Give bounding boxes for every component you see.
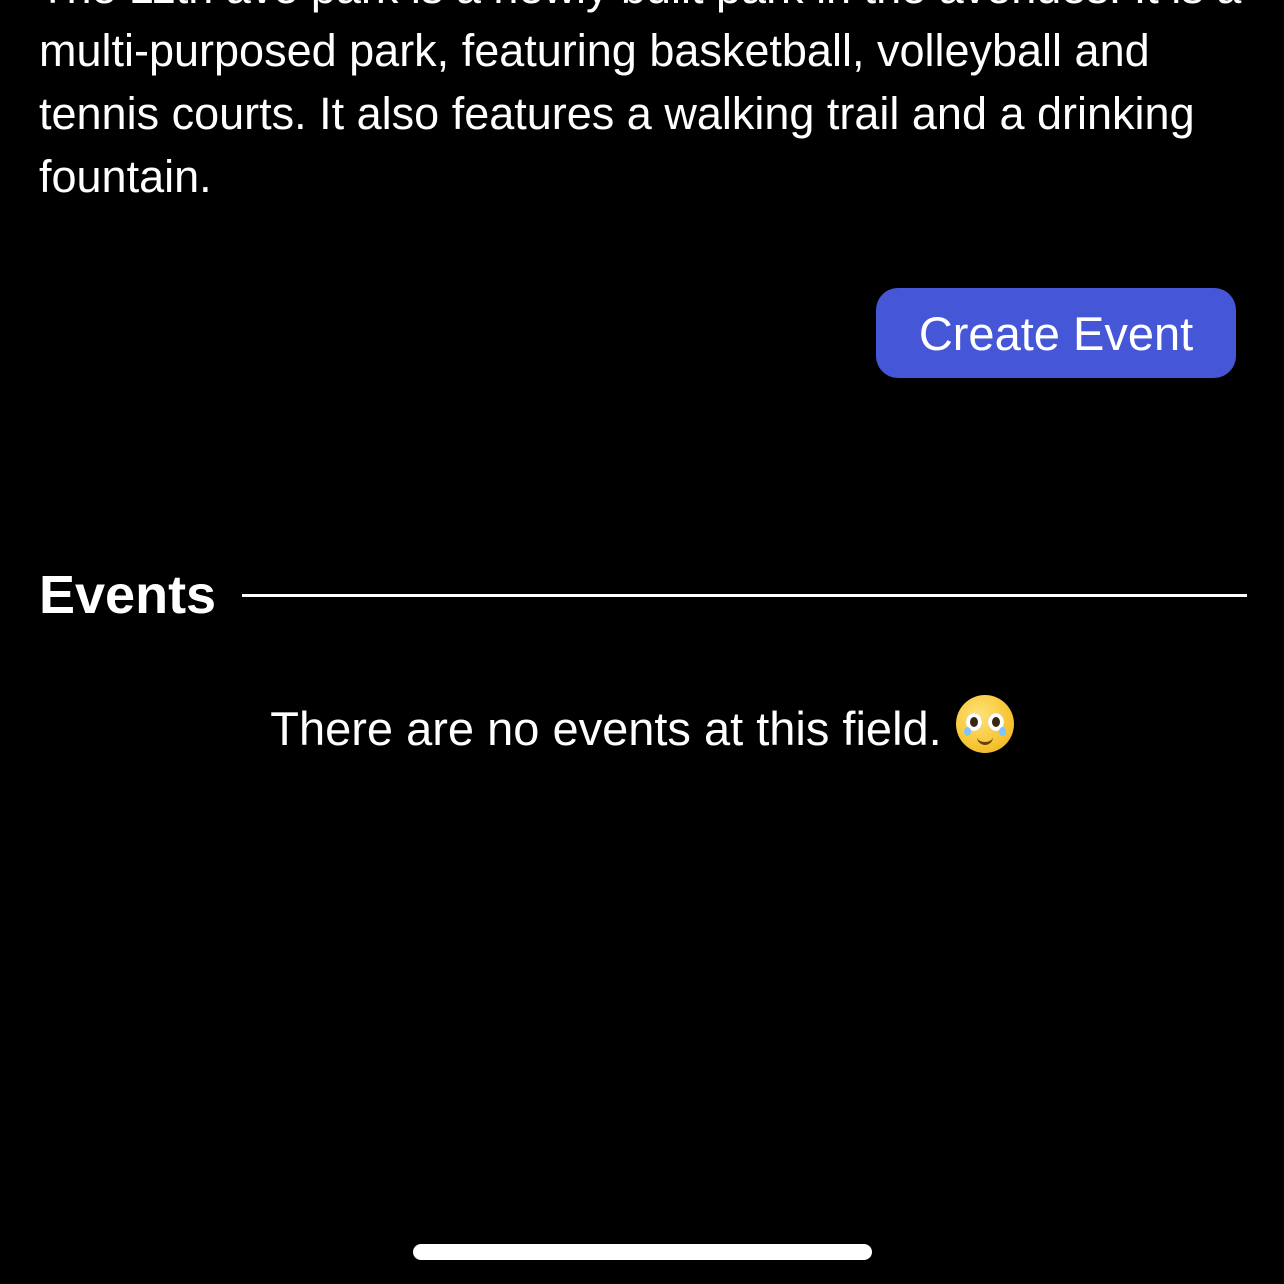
pleading-face-icon <box>955 695 1014 753</box>
empty-events-message: There are no events at this field. <box>270 702 942 755</box>
events-title: Events <box>39 565 217 625</box>
empty-events-state: There are no events at this field. <box>0 695 1284 762</box>
home-indicator[interactable] <box>413 1244 872 1260</box>
park-description: The 11th ave park is a newly built park … <box>39 0 1241 202</box>
create-event-button[interactable]: Create Event <box>876 288 1236 378</box>
events-section-header: Events <box>39 562 1247 628</box>
section-divider <box>242 593 1247 597</box>
